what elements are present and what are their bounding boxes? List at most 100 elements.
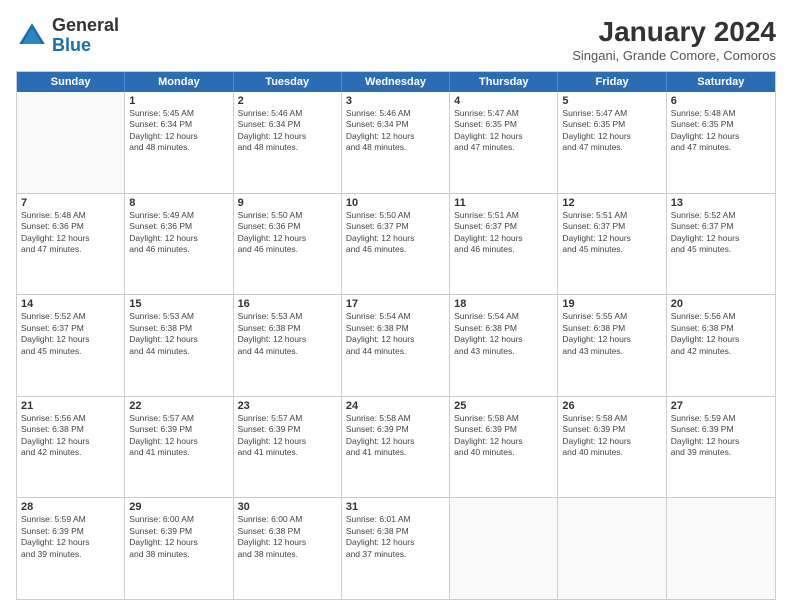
cell-info: Sunrise: 5:51 AMSunset: 6:37 PMDaylight:… — [562, 210, 661, 256]
calendar-cell: 21Sunrise: 5:56 AMSunset: 6:38 PMDayligh… — [17, 397, 125, 498]
day-header-wednesday: Wednesday — [342, 72, 450, 92]
day-number: 3 — [346, 95, 445, 107]
day-number: 20 — [671, 298, 771, 310]
calendar-week-2: 7Sunrise: 5:48 AMSunset: 6:36 PMDaylight… — [17, 194, 775, 296]
subtitle: Singani, Grande Comore, Comoros — [572, 48, 776, 63]
day-number: 6 — [671, 95, 771, 107]
cell-info: Sunrise: 5:45 AMSunset: 6:34 PMDaylight:… — [129, 108, 228, 154]
calendar-cell: 28Sunrise: 5:59 AMSunset: 6:39 PMDayligh… — [17, 498, 125, 599]
calendar-cell: 7Sunrise: 5:48 AMSunset: 6:36 PMDaylight… — [17, 194, 125, 295]
calendar-cell: 14Sunrise: 5:52 AMSunset: 6:37 PMDayligh… — [17, 295, 125, 396]
cell-info: Sunrise: 5:59 AMSunset: 6:39 PMDaylight:… — [671, 413, 771, 459]
day-number: 16 — [238, 298, 337, 310]
cell-info: Sunrise: 5:47 AMSunset: 6:35 PMDaylight:… — [562, 108, 661, 154]
cell-info: Sunrise: 5:53 AMSunset: 6:38 PMDaylight:… — [129, 311, 228, 357]
day-number: 24 — [346, 400, 445, 412]
cell-info: Sunrise: 5:59 AMSunset: 6:39 PMDaylight:… — [21, 514, 120, 560]
calendar-cell: 16Sunrise: 5:53 AMSunset: 6:38 PMDayligh… — [234, 295, 342, 396]
calendar-cell: 15Sunrise: 5:53 AMSunset: 6:38 PMDayligh… — [125, 295, 233, 396]
header: General Blue January 2024 Singani, Grand… — [16, 16, 776, 63]
day-header-friday: Friday — [558, 72, 666, 92]
calendar-cell — [17, 92, 125, 193]
calendar-week-4: 21Sunrise: 5:56 AMSunset: 6:38 PMDayligh… — [17, 397, 775, 499]
calendar-cell: 5Sunrise: 5:47 AMSunset: 6:35 PMDaylight… — [558, 92, 666, 193]
logo-icon — [16, 20, 48, 52]
calendar-cell: 29Sunrise: 6:00 AMSunset: 6:39 PMDayligh… — [125, 498, 233, 599]
cell-info: Sunrise: 5:56 AMSunset: 6:38 PMDaylight:… — [671, 311, 771, 357]
cell-info: Sunrise: 5:54 AMSunset: 6:38 PMDaylight:… — [454, 311, 553, 357]
cell-info: Sunrise: 5:46 AMSunset: 6:34 PMDaylight:… — [346, 108, 445, 154]
cell-info: Sunrise: 5:57 AMSunset: 6:39 PMDaylight:… — [238, 413, 337, 459]
cell-info: Sunrise: 6:00 AMSunset: 6:38 PMDaylight:… — [238, 514, 337, 560]
day-number: 11 — [454, 197, 553, 209]
cell-info: Sunrise: 5:58 AMSunset: 6:39 PMDaylight:… — [454, 413, 553, 459]
calendar-cell: 17Sunrise: 5:54 AMSunset: 6:38 PMDayligh… — [342, 295, 450, 396]
calendar-week-3: 14Sunrise: 5:52 AMSunset: 6:37 PMDayligh… — [17, 295, 775, 397]
day-number: 8 — [129, 197, 228, 209]
cell-info: Sunrise: 5:47 AMSunset: 6:35 PMDaylight:… — [454, 108, 553, 154]
cell-info: Sunrise: 5:55 AMSunset: 6:38 PMDaylight:… — [562, 311, 661, 357]
title-block: January 2024 Singani, Grande Comore, Com… — [572, 16, 776, 63]
main-title: January 2024 — [572, 16, 776, 48]
day-number: 21 — [21, 400, 120, 412]
day-header-monday: Monday — [125, 72, 233, 92]
day-number: 15 — [129, 298, 228, 310]
logo-text-general: General — [52, 16, 119, 36]
calendar-cell: 9Sunrise: 5:50 AMSunset: 6:36 PMDaylight… — [234, 194, 342, 295]
calendar-cell — [667, 498, 775, 599]
calendar-cell: 20Sunrise: 5:56 AMSunset: 6:38 PMDayligh… — [667, 295, 775, 396]
day-header-sunday: Sunday — [17, 72, 125, 92]
calendar-cell: 3Sunrise: 5:46 AMSunset: 6:34 PMDaylight… — [342, 92, 450, 193]
calendar-cell: 2Sunrise: 5:46 AMSunset: 6:34 PMDaylight… — [234, 92, 342, 193]
cell-info: Sunrise: 5:57 AMSunset: 6:39 PMDaylight:… — [129, 413, 228, 459]
calendar-cell: 8Sunrise: 5:49 AMSunset: 6:36 PMDaylight… — [125, 194, 233, 295]
cell-info: Sunrise: 5:58 AMSunset: 6:39 PMDaylight:… — [562, 413, 661, 459]
cell-info: Sunrise: 6:00 AMSunset: 6:39 PMDaylight:… — [129, 514, 228, 560]
day-number: 4 — [454, 95, 553, 107]
cell-info: Sunrise: 5:50 AMSunset: 6:36 PMDaylight:… — [238, 210, 337, 256]
cell-info: Sunrise: 5:53 AMSunset: 6:38 PMDaylight:… — [238, 311, 337, 357]
day-number: 14 — [21, 298, 120, 310]
calendar-cell: 11Sunrise: 5:51 AMSunset: 6:37 PMDayligh… — [450, 194, 558, 295]
cell-info: Sunrise: 5:52 AMSunset: 6:37 PMDaylight:… — [21, 311, 120, 357]
calendar-cell: 27Sunrise: 5:59 AMSunset: 6:39 PMDayligh… — [667, 397, 775, 498]
calendar-cell: 22Sunrise: 5:57 AMSunset: 6:39 PMDayligh… — [125, 397, 233, 498]
calendar-cell: 19Sunrise: 5:55 AMSunset: 6:38 PMDayligh… — [558, 295, 666, 396]
day-number: 5 — [562, 95, 661, 107]
day-number: 19 — [562, 298, 661, 310]
cell-info: Sunrise: 6:01 AMSunset: 6:38 PMDaylight:… — [346, 514, 445, 560]
cell-info: Sunrise: 5:56 AMSunset: 6:38 PMDaylight:… — [21, 413, 120, 459]
calendar-cell: 18Sunrise: 5:54 AMSunset: 6:38 PMDayligh… — [450, 295, 558, 396]
calendar-header: SundayMondayTuesdayWednesdayThursdayFrid… — [17, 72, 775, 92]
day-number: 13 — [671, 197, 771, 209]
day-number: 28 — [21, 501, 120, 513]
day-number: 9 — [238, 197, 337, 209]
day-header-saturday: Saturday — [667, 72, 775, 92]
day-number: 2 — [238, 95, 337, 107]
cell-info: Sunrise: 5:51 AMSunset: 6:37 PMDaylight:… — [454, 210, 553, 256]
cell-info: Sunrise: 5:48 AMSunset: 6:35 PMDaylight:… — [671, 108, 771, 154]
day-number: 27 — [671, 400, 771, 412]
day-number: 12 — [562, 197, 661, 209]
day-header-tuesday: Tuesday — [234, 72, 342, 92]
day-header-thursday: Thursday — [450, 72, 558, 92]
day-number: 7 — [21, 197, 120, 209]
day-number: 22 — [129, 400, 228, 412]
logo: General Blue — [16, 16, 119, 56]
cell-info: Sunrise: 5:58 AMSunset: 6:39 PMDaylight:… — [346, 413, 445, 459]
calendar-body: 1Sunrise: 5:45 AMSunset: 6:34 PMDaylight… — [17, 92, 775, 599]
day-number: 26 — [562, 400, 661, 412]
day-number: 10 — [346, 197, 445, 209]
calendar-week-1: 1Sunrise: 5:45 AMSunset: 6:34 PMDaylight… — [17, 92, 775, 194]
page: General Blue January 2024 Singani, Grand… — [0, 0, 792, 612]
calendar: SundayMondayTuesdayWednesdayThursdayFrid… — [16, 71, 776, 600]
calendar-cell: 31Sunrise: 6:01 AMSunset: 6:38 PMDayligh… — [342, 498, 450, 599]
calendar-cell: 25Sunrise: 5:58 AMSunset: 6:39 PMDayligh… — [450, 397, 558, 498]
calendar-cell: 4Sunrise: 5:47 AMSunset: 6:35 PMDaylight… — [450, 92, 558, 193]
calendar-cell: 24Sunrise: 5:58 AMSunset: 6:39 PMDayligh… — [342, 397, 450, 498]
calendar-cell: 23Sunrise: 5:57 AMSunset: 6:39 PMDayligh… — [234, 397, 342, 498]
day-number: 29 — [129, 501, 228, 513]
calendar-cell: 1Sunrise: 5:45 AMSunset: 6:34 PMDaylight… — [125, 92, 233, 193]
calendar-cell: 10Sunrise: 5:50 AMSunset: 6:37 PMDayligh… — [342, 194, 450, 295]
cell-info: Sunrise: 5:54 AMSunset: 6:38 PMDaylight:… — [346, 311, 445, 357]
